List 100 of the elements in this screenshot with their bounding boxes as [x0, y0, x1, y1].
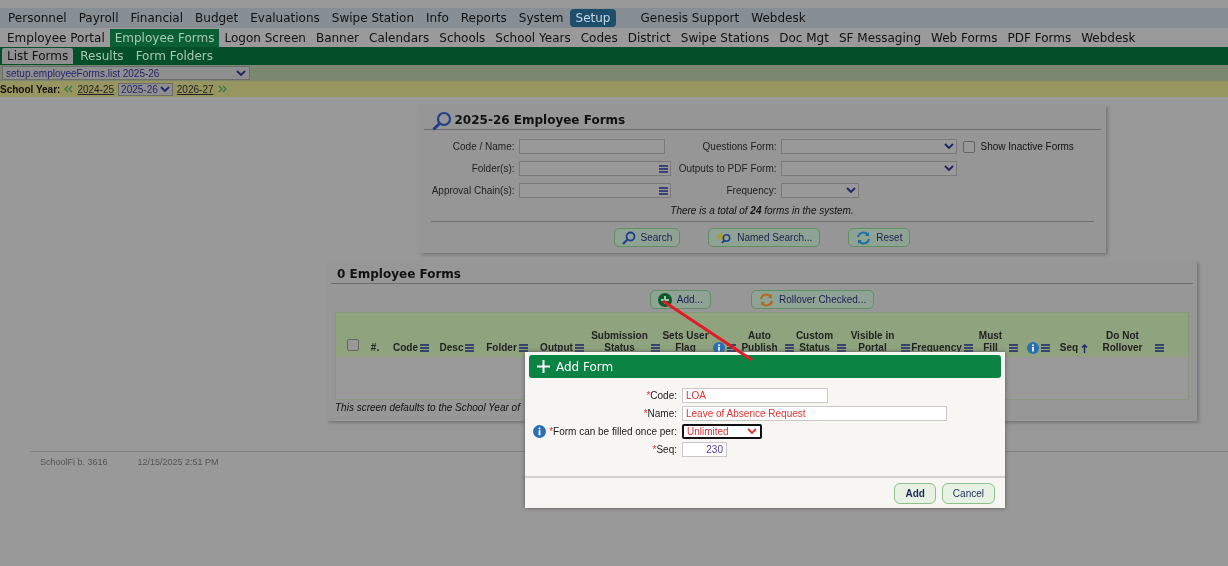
refresh-icon [856, 230, 872, 245]
submenu-tab[interactable]: Codes [575, 28, 623, 47]
menu-item[interactable]: Swipe Station [325, 9, 421, 27]
menu-item[interactable]: Webdesk [745, 9, 812, 27]
menu-icon[interactable] [574, 344, 584, 353]
year-select[interactable]: 2025-26 [118, 82, 173, 96]
section-tab[interactable]: Form Folders [130, 48, 218, 64]
rollover-button[interactable]: Rollover Checked... [750, 290, 875, 309]
submenu-tab[interactable]: SF Messaging [833, 28, 927, 47]
submenu-tab[interactable]: Web Forms [926, 28, 1003, 47]
submenu-tab[interactable]: Webdesk [1076, 28, 1141, 47]
sort-up-icon[interactable] [1081, 343, 1089, 353]
caret-icon [845, 187, 856, 194]
select-field[interactable]: Unlimited [682, 424, 762, 439]
menu-item[interactable]: Budget [189, 9, 245, 27]
menu-icon[interactable] [901, 344, 910, 353]
column-header[interactable]: Visible in Portal [846, 330, 899, 354]
menu-icon[interactable] [837, 344, 846, 353]
caret-icon [943, 143, 954, 150]
page-select[interactable]: setup.employeeForms.list 2025-26 [2, 66, 250, 80]
add-button[interactable]: Add [894, 482, 936, 504]
caret-icon [236, 69, 246, 77]
previous-year-link[interactable]: 2024-25 [77, 83, 115, 95]
column-header[interactable]: Do Not Rollover [1092, 330, 1153, 354]
column-header[interactable]: Code [393, 342, 418, 354]
menu-icon[interactable] [518, 344, 528, 353]
add-button[interactable]: Add... [649, 290, 711, 309]
column-header[interactable]: #. [370, 342, 380, 354]
submenu-tab[interactable]: Calendars [364, 28, 435, 47]
menu-icon[interactable] [963, 344, 973, 353]
number-field[interactable]: 230 [682, 442, 727, 457]
text-field[interactable]: Leave of Absence Request [682, 406, 947, 421]
column-header[interactable]: Output [540, 342, 573, 354]
panel-title: 0 Employee Forms [337, 267, 461, 281]
field-label: Code / Name: [451, 141, 515, 152]
submenu-tab[interactable]: PDF Forms [1002, 28, 1077, 47]
menu-item[interactable]: Genesis Support [634, 9, 746, 27]
column-header[interactable]: Frequency [911, 342, 962, 354]
section-tab[interactable]: Results [75, 48, 129, 64]
menu-icon[interactable] [785, 344, 794, 353]
column-header[interactable]: Seq [1059, 342, 1079, 354]
rotate-arrows-icon [758, 292, 774, 307]
select-field[interactable] [780, 161, 957, 176]
select-field[interactable] [780, 139, 957, 154]
list-field[interactable] [518, 161, 671, 176]
total-note: There is a total of 24 forms in the system. [430, 198, 1094, 222]
submenu-tab[interactable]: School Years [490, 28, 576, 47]
submenu-tab[interactable]: Employee Portal [2, 28, 110, 47]
plus-icon [537, 360, 550, 373]
menu-icon[interactable] [651, 344, 660, 353]
column-header[interactable]: Submission Status [590, 330, 649, 354]
named-button[interactable]: Named Search... [708, 228, 821, 247]
column-header[interactable]: Desc [439, 342, 464, 354]
field-label: Outputs to PDF Form: [677, 163, 777, 174]
menu-item[interactable]: Payroll [72, 9, 125, 27]
field-label: *Seq: [652, 444, 677, 455]
submenu-tab[interactable]: Swipe Stations [675, 28, 775, 47]
text-field[interactable]: LOA [682, 388, 828, 403]
checkbox-label: Show Inactive Forms [980, 141, 1075, 152]
submenu-tab[interactable]: Banner [310, 28, 365, 47]
reset-button[interactable]: Reset [848, 228, 911, 247]
column-header[interactable]: Sets User Flag [660, 330, 711, 354]
menu-item[interactable]: Financial [124, 9, 190, 27]
checkbox[interactable] [962, 140, 975, 153]
menu-item[interactable]: Evaluations [244, 9, 326, 27]
submenu-tab[interactable]: Doc Mgt [774, 28, 834, 47]
select-field[interactable] [780, 183, 859, 198]
caret-icon [943, 165, 954, 172]
text-field[interactable] [518, 139, 665, 154]
next-year-link[interactable]: 2026-27 [176, 83, 214, 95]
build-label: SchoolFi b. 3616 [40, 457, 108, 467]
caret-icon [747, 428, 757, 435]
column-header[interactable]: Auto Publish [736, 330, 783, 354]
field-label: Folder(s): [470, 163, 515, 174]
submenu-tab[interactable]: Schools [434, 28, 491, 47]
checkbox[interactable] [347, 339, 359, 351]
field-label: Frequency: [725, 185, 777, 196]
column-header[interactable]: Folder [486, 342, 517, 354]
list-field[interactable] [518, 183, 671, 198]
search-icon [621, 230, 636, 245]
search-button[interactable]: Search [613, 228, 681, 247]
submenu-tab[interactable]: District [622, 28, 676, 47]
caret-icon [159, 85, 170, 93]
column-header[interactable]: Must Fill [974, 330, 1007, 354]
search-icon [431, 111, 452, 131]
dialog-title: Add Form [556, 359, 614, 374]
submenu-tab[interactable]: Logon Screen [219, 28, 311, 47]
menu-item[interactable]: Reports [454, 9, 513, 27]
section-tab[interactable]: List Forms [2, 48, 74, 64]
column-header[interactable]: Custom Status [794, 330, 835, 354]
menu-item[interactable]: Personnel [2, 9, 73, 27]
menu-item[interactable]: System [512, 9, 570, 27]
field-label: *Name: [643, 408, 677, 419]
menu-item[interactable]: Info [420, 9, 455, 27]
menu-item[interactable]: Setup [569, 9, 617, 27]
field-label: Approval Chain(s): [430, 185, 515, 196]
submenu-tab[interactable]: Employee Forms [109, 28, 220, 47]
field-label: Questions Form: [701, 141, 777, 152]
star-search-icon [716, 230, 733, 245]
cancel-button[interactable]: Cancel [941, 482, 995, 504]
